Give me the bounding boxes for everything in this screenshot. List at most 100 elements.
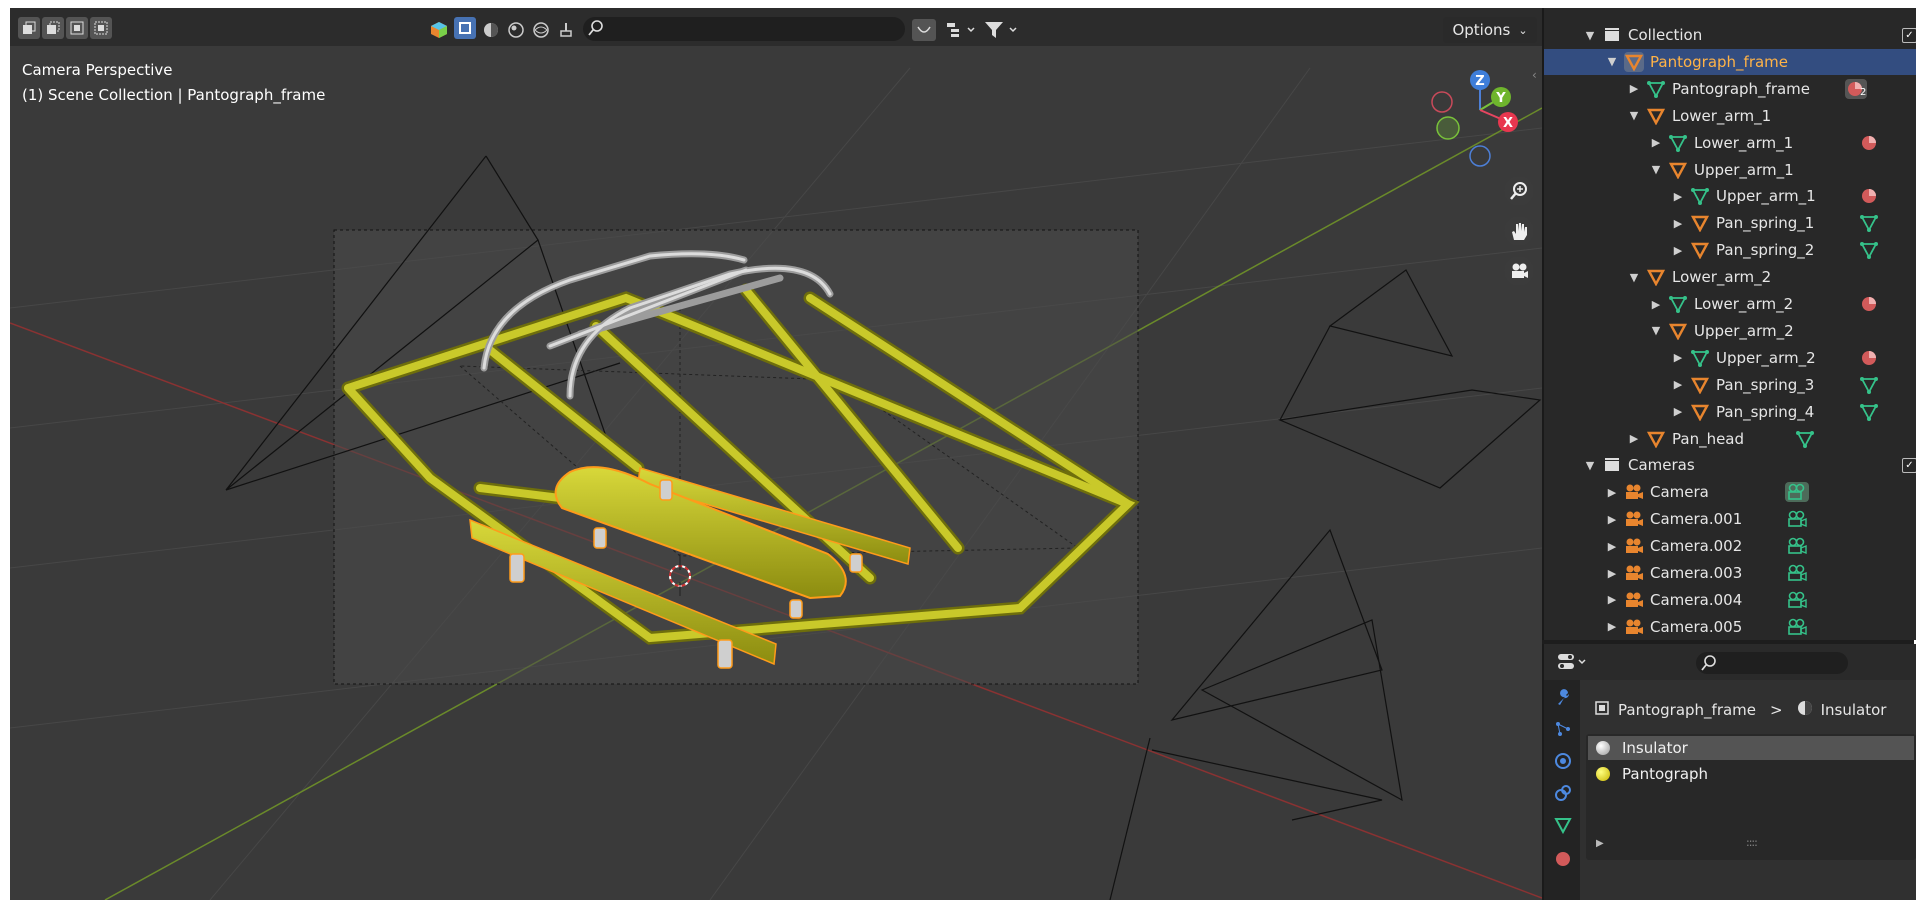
zoom-icon[interactable]	[1504, 176, 1534, 206]
exclude-checkbox[interactable]: ✓	[1902, 27, 1916, 43]
expand-triangle-icon[interactable]: ▶	[1606, 593, 1618, 606]
material-icon[interactable]	[1856, 294, 1882, 314]
expand-triangle-icon[interactable]: ▶	[1606, 540, 1618, 553]
material-icon[interactable]	[1856, 186, 1882, 206]
camera-data-icon[interactable]	[1784, 482, 1810, 503]
mesh-data-icon[interactable]	[1856, 402, 1882, 422]
exclude-checkbox[interactable]: ✓	[1902, 457, 1916, 473]
solid-shading-icon[interactable]	[480, 19, 502, 41]
gizmo-z-icon[interactable]: Z	[1470, 70, 1490, 90]
camera-data-icon[interactable]	[1784, 590, 1810, 610]
3d-viewport[interactable]: Options ⌄ Camera Perspective (1) Scene C…	[10, 8, 1542, 900]
mesh-data-icon[interactable]	[1856, 213, 1882, 233]
outliner-row[interactable]: ▶ Pantograph_frame 2	[1544, 76, 1916, 102]
gizmo-x-icon[interactable]: X	[1498, 112, 1518, 132]
outliner-row[interactable]: ▶ Pan_spring_1	[1544, 210, 1916, 236]
outliner-row[interactable]: ▶ Pan_spring_3	[1544, 372, 1916, 398]
expand-triangle-icon[interactable]: ▶	[1606, 567, 1618, 580]
material-slot-list[interactable]: Insulator Pantograph ▶ ::::	[1586, 734, 1916, 860]
expand-triangle-icon[interactable]: ▶	[1628, 82, 1640, 95]
material-slot-pantograph[interactable]: Pantograph	[1588, 762, 1914, 786]
resize-handle-icon[interactable]: ::::	[1746, 836, 1758, 849]
view-layer-dropdown-icon[interactable]	[944, 19, 978, 41]
properties-panel[interactable]: Pantograph_frame > Insulator Insulator P…	[1542, 644, 1916, 900]
proportional-edit-icon[interactable]	[912, 19, 936, 41]
paint-brush-icon[interactable]	[555, 19, 577, 41]
sidebar-toggle-icon[interactable]: ‹	[1532, 68, 1537, 82]
expand-triangle-icon[interactable]: ▶	[1672, 405, 1684, 418]
options-dropdown[interactable]: Options ⌄	[1443, 17, 1537, 43]
viewport-scene[interactable]	[10, 8, 1542, 900]
material-icon[interactable]	[1856, 133, 1882, 153]
outliner-row[interactable]: ▼ Pantograph_frame	[1544, 48, 1916, 75]
expand-triangle-icon[interactable]: ▶	[1628, 432, 1640, 445]
outliner-row[interactable]: ▼ Upper_arm_1	[1544, 157, 1916, 183]
camera-data-icon[interactable]	[1784, 509, 1810, 529]
expand-triangle-icon[interactable]: ▶	[1672, 217, 1684, 230]
select-intersect-mode-icon[interactable]	[90, 17, 112, 39]
mesh-data-icon[interactable]	[1856, 240, 1882, 260]
material-tab-icon[interactable]	[1552, 846, 1574, 868]
expand-triangle-icon[interactable]: ▶	[1606, 513, 1618, 526]
expand-triangle-icon[interactable]: ▶	[1650, 298, 1662, 311]
physics-icon[interactable]	[1552, 750, 1574, 772]
outliner-row[interactable]: ▶ Camera.003	[1544, 560, 1916, 586]
gizmo-toggle-icon[interactable]	[428, 19, 450, 41]
outliner-panel[interactable]: ▼ Collection ✓ ▼ Pantograph_frame ▶ Pantograph…	[1542, 8, 1916, 640]
gizmo-y-icon[interactable]: Y	[1491, 87, 1511, 107]
select-subtract-mode-icon[interactable]	[66, 17, 88, 39]
properties-search-input[interactable]	[1696, 652, 1848, 674]
outliner-row[interactable]: ▶ Camera.002	[1544, 533, 1916, 559]
outliner-row[interactable]: ▶ Camera.004	[1544, 587, 1916, 613]
select-extend-mode-icon[interactable]	[42, 17, 64, 39]
editor-type-icon[interactable]	[1556, 650, 1590, 674]
collapse-triangle-icon[interactable]: ▼	[1650, 324, 1662, 337]
collapse-triangle-icon[interactable]: ▼	[1606, 55, 1618, 68]
expand-triangle-icon[interactable]: ▶	[1596, 838, 1604, 849]
material-badge-icon[interactable]: 2	[1844, 78, 1870, 99]
collapse-triangle-icon[interactable]: ▼	[1650, 163, 1662, 176]
particles-icon[interactable]	[1552, 718, 1574, 740]
outliner-row[interactable]: ▶ Lower_arm_1	[1544, 130, 1916, 156]
material-icon[interactable]	[1856, 348, 1882, 368]
outliner-row[interactable]: ▼ Collection ✓	[1544, 22, 1916, 48]
collapse-triangle-icon[interactable]: ▼	[1628, 109, 1640, 122]
outliner-row[interactable]: ▶ Pan_spring_2	[1544, 237, 1916, 263]
outliner-row[interactable]: ▼ Lower_arm_2	[1544, 264, 1916, 290]
outliner-row[interactable]: ▼ Lower_arm_1	[1544, 103, 1916, 129]
expand-triangle-icon[interactable]: ▶	[1672, 378, 1684, 391]
camera-data-icon[interactable]	[1784, 563, 1810, 583]
camera-data-icon[interactable]	[1784, 617, 1810, 637]
navigation-gizmo[interactable]: Z Y X	[1428, 60, 1520, 172]
expand-triangle-icon[interactable]: ▶	[1606, 486, 1618, 499]
select-box-mode-icon[interactable]	[18, 17, 40, 39]
mesh-data-icon[interactable]	[1552, 814, 1574, 836]
collapse-triangle-icon[interactable]: ▼	[1584, 29, 1596, 42]
material-slot-insulator[interactable]: Insulator	[1588, 736, 1914, 760]
outliner-row[interactable]: ▶ Camera.005	[1544, 614, 1916, 640]
outliner-row[interactable]: ▶ Camera.001	[1544, 506, 1916, 532]
wireframe-toggle-icon[interactable]	[454, 17, 476, 39]
outliner-row[interactable]: ▼ Cameras ✓	[1544, 452, 1916, 478]
camera-view-icon[interactable]	[1504, 256, 1534, 286]
material-preview-icon[interactable]	[505, 19, 527, 41]
expand-triangle-icon[interactable]: ▶	[1606, 620, 1618, 633]
expand-triangle-icon[interactable]: ▶	[1650, 136, 1662, 149]
camera-data-icon[interactable]	[1784, 536, 1810, 556]
collapse-triangle-icon[interactable]: ▼	[1628, 271, 1640, 284]
mesh-data-icon[interactable]	[1792, 429, 1818, 449]
mesh-data-icon[interactable]	[1856, 375, 1882, 395]
outliner-row[interactable]: ▶ Lower_arm_2	[1544, 291, 1916, 317]
expand-triangle-icon[interactable]: ▶	[1672, 244, 1684, 257]
outliner-row[interactable]: ▶ Camera	[1544, 479, 1916, 505]
collapse-triangle-icon[interactable]: ▼	[1584, 459, 1596, 472]
expand-triangle-icon[interactable]: ▶	[1672, 190, 1684, 203]
outliner-row[interactable]: ▶ Pan_spring_4	[1544, 399, 1916, 425]
pan-hand-icon[interactable]	[1504, 216, 1534, 246]
outliner-row[interactable]: ▶ Upper_arm_1	[1544, 183, 1916, 209]
outliner-row[interactable]: ▶ Pan_head	[1544, 426, 1916, 452]
expand-triangle-icon[interactable]: ▶	[1672, 351, 1684, 364]
filter-icon[interactable]	[982, 19, 1022, 41]
viewport-search-input[interactable]	[583, 17, 905, 41]
rendered-shading-icon[interactable]	[530, 19, 552, 41]
